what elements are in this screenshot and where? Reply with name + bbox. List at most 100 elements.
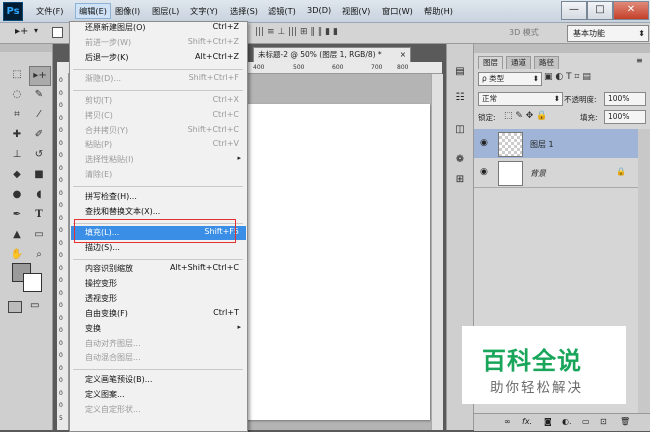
pen-tool-icon[interactable]: ✒ <box>7 206 27 224</box>
menu-4[interactable]: 文字(Y) <box>190 5 218 17</box>
panel-menu-icon[interactable]: ≡ <box>636 56 643 65</box>
menu-item[interactable]: 定义画笔预设(B)... <box>85 374 152 385</box>
menu-item[interactable]: 自由变换(F) <box>85 308 128 319</box>
tab-channels[interactable]: 通道 <box>506 56 531 69</box>
menu-item[interactable]: 操控变形 <box>85 278 117 289</box>
menu-item[interactable]: 透视变形 <box>85 293 117 304</box>
menu-6[interactable]: 滤镜(T) <box>268 5 296 17</box>
opacity-input[interactable]: 100% <box>604 92 646 106</box>
menu-item[interactable]: 拷贝(C) <box>85 110 113 121</box>
menu-item[interactable]: 选择性粘贴(I) <box>85 154 134 165</box>
menu-10[interactable]: 帮助(H) <box>424 5 453 17</box>
link-icon[interactable]: ∞ <box>504 417 511 426</box>
maximize-button[interactable]: □ <box>587 1 613 20</box>
close-button[interactable]: ✕ <box>613 1 649 20</box>
quick-mask-icon[interactable] <box>8 301 22 313</box>
menu-item[interactable]: 清除(E) <box>85 169 112 180</box>
quick-select-tool-icon[interactable]: ✎ <box>29 86 49 104</box>
move-tool-icon[interactable]: ▸+ <box>29 66 51 86</box>
hand-tool-icon[interactable]: ✋ <box>7 246 27 264</box>
menu-item[interactable]: 变换 <box>85 323 101 334</box>
vertical-scrollbar[interactable] <box>431 74 443 430</box>
menu-item[interactable]: 拼写检查(H)... <box>85 191 137 202</box>
menu-item[interactable]: 还原新建图层(O) <box>85 22 146 33</box>
ruler-label: 0 <box>59 239 63 247</box>
eye-icon[interactable]: ◉ <box>480 138 490 148</box>
eye-icon[interactable]: ◉ <box>480 167 490 177</box>
move-tool-icon[interactable]: ▸+ <box>15 26 28 37</box>
layers-scrollbar[interactable] <box>638 129 650 413</box>
menu-8[interactable]: 视图(V) <box>342 5 370 17</box>
group-icon[interactable]: ▭ <box>582 417 590 426</box>
layer-row-background[interactable]: ◉ 背景 🔒 <box>474 158 638 188</box>
menu-item[interactable]: 渐隐(D)... <box>85 73 121 84</box>
menu-item[interactable]: 定义自定形状... <box>85 404 141 415</box>
type-tool-icon[interactable]: T <box>29 206 49 224</box>
mask-icon[interactable]: ◙ <box>544 417 552 426</box>
eyedropper-tool-icon[interactable]: ⁄ <box>29 106 49 124</box>
stamp-tool-icon[interactable]: ⊥ <box>7 146 27 164</box>
workspace-select[interactable]: 基本功能 ⬍ <box>567 25 649 42</box>
menu-item[interactable]: 内容识别缩放 <box>85 263 133 274</box>
menu-9[interactable]: 窗口(W) <box>382 5 413 17</box>
marquee-tool-icon[interactable]: ⬚ <box>7 66 27 84</box>
menu-item[interactable]: 剪切(T) <box>85 95 112 106</box>
close-tab-icon[interactable]: × <box>400 48 406 62</box>
gradient-tool-icon[interactable]: ■ <box>29 166 49 184</box>
menu-item[interactable]: 自动混合图层... <box>85 352 141 363</box>
align-icons[interactable]: ||| ≡ ⊥ ||| ⊞ ‖ ‖ ▮ ▮ <box>255 27 338 37</box>
ruler-label: 0 <box>59 152 63 159</box>
menu-item[interactable]: 后退一步(K) <box>85 52 129 63</box>
menu-5[interactable]: 选择(S) <box>230 5 258 17</box>
swatches-icon[interactable]: ⊞ <box>452 172 468 188</box>
menu-item[interactable]: 查找和替换文本(X)... <box>85 206 160 217</box>
menu-7[interactable]: 3D(D) <box>307 5 331 15</box>
styles-icon[interactable]: ❁ <box>452 152 468 168</box>
shape-tool-icon[interactable]: ▭ <box>29 226 49 244</box>
history-icon[interactable]: ▤ <box>452 64 468 80</box>
zoom-tool-icon[interactable]: ⌕ <box>29 246 49 264</box>
path-select-tool-icon[interactable]: ▲ <box>7 226 27 244</box>
screen-mode-icon[interactable]: ▭ <box>30 300 39 311</box>
history-brush-tool-icon[interactable]: ↺ <box>29 146 49 164</box>
menu-0[interactable]: 文件(F) <box>36 5 63 17</box>
menu-1[interactable]: 编辑(E) <box>75 3 111 19</box>
healing-brush-tool-icon[interactable]: ✚ <box>7 126 27 144</box>
menu-3[interactable]: 图层(L) <box>152 5 179 17</box>
layer-filter-select[interactable]: ρ 类型 ⬍ <box>478 72 542 86</box>
menu-item[interactable]: 描边(S)... <box>85 242 120 253</box>
trash-icon[interactable]: 🗑 <box>620 417 630 426</box>
background-color-swatch[interactable] <box>23 273 42 292</box>
tab-paths[interactable]: 路径 <box>534 56 559 69</box>
minimize-button[interactable]: — <box>561 1 587 20</box>
blur-tool-icon[interactable]: ● <box>7 186 27 204</box>
menu-item[interactable]: 定义图案... <box>85 389 125 400</box>
document-canvas[interactable] <box>246 104 430 420</box>
adjustment-icon[interactable]: ◐. <box>562 417 572 426</box>
fill-input[interactable]: 100% <box>604 110 646 124</box>
filter-kind-label: ρ 类型 <box>482 74 505 83</box>
tab-layers[interactable]: 图层 <box>478 56 503 69</box>
eraser-tool-icon[interactable]: ◆ <box>7 166 27 184</box>
dodge-tool-icon[interactable]: ◖ <box>29 186 49 204</box>
filter-icons[interactable]: ▣ ◐ T ⌗ ▤ <box>544 72 591 82</box>
menu-item[interactable]: 合并拷贝(Y) <box>85 125 128 136</box>
properties-icon[interactable]: ☷ <box>452 90 468 106</box>
adjustments-icon[interactable]: ◫ <box>452 122 468 138</box>
fill-label: 填充: <box>580 113 598 122</box>
crop-tool-icon[interactable]: ⌗ <box>7 106 27 124</box>
auto-select-checkbox[interactable] <box>52 27 63 38</box>
document-tab[interactable]: 未标题-2 @ 50% (图层 1, RGB/8) * × <box>253 47 411 62</box>
dropdown-arrow-icon[interactable]: ▾ <box>34 26 38 35</box>
brush-tool-icon[interactable]: ✐ <box>29 126 49 144</box>
blend-mode-select[interactable]: 正常 ⬍ <box>478 92 563 106</box>
new-layer-icon[interactable]: ⊡ <box>600 417 607 426</box>
menu-item[interactable]: 前进一步(W) <box>85 37 131 48</box>
fx-icon[interactable]: fx. <box>522 417 532 426</box>
lasso-tool-icon[interactable]: ◌ <box>7 86 27 104</box>
menu-item[interactable]: 自动对齐图层... <box>85 338 141 349</box>
menu-2[interactable]: 图像(I) <box>115 5 140 17</box>
menu-item[interactable]: 粘贴(P) <box>85 139 112 150</box>
lock-icons[interactable]: ⬚ ✎ ✥ 🔒 <box>504 111 547 121</box>
layer-row-layer1[interactable]: ◉ 图层 1 <box>474 129 638 159</box>
